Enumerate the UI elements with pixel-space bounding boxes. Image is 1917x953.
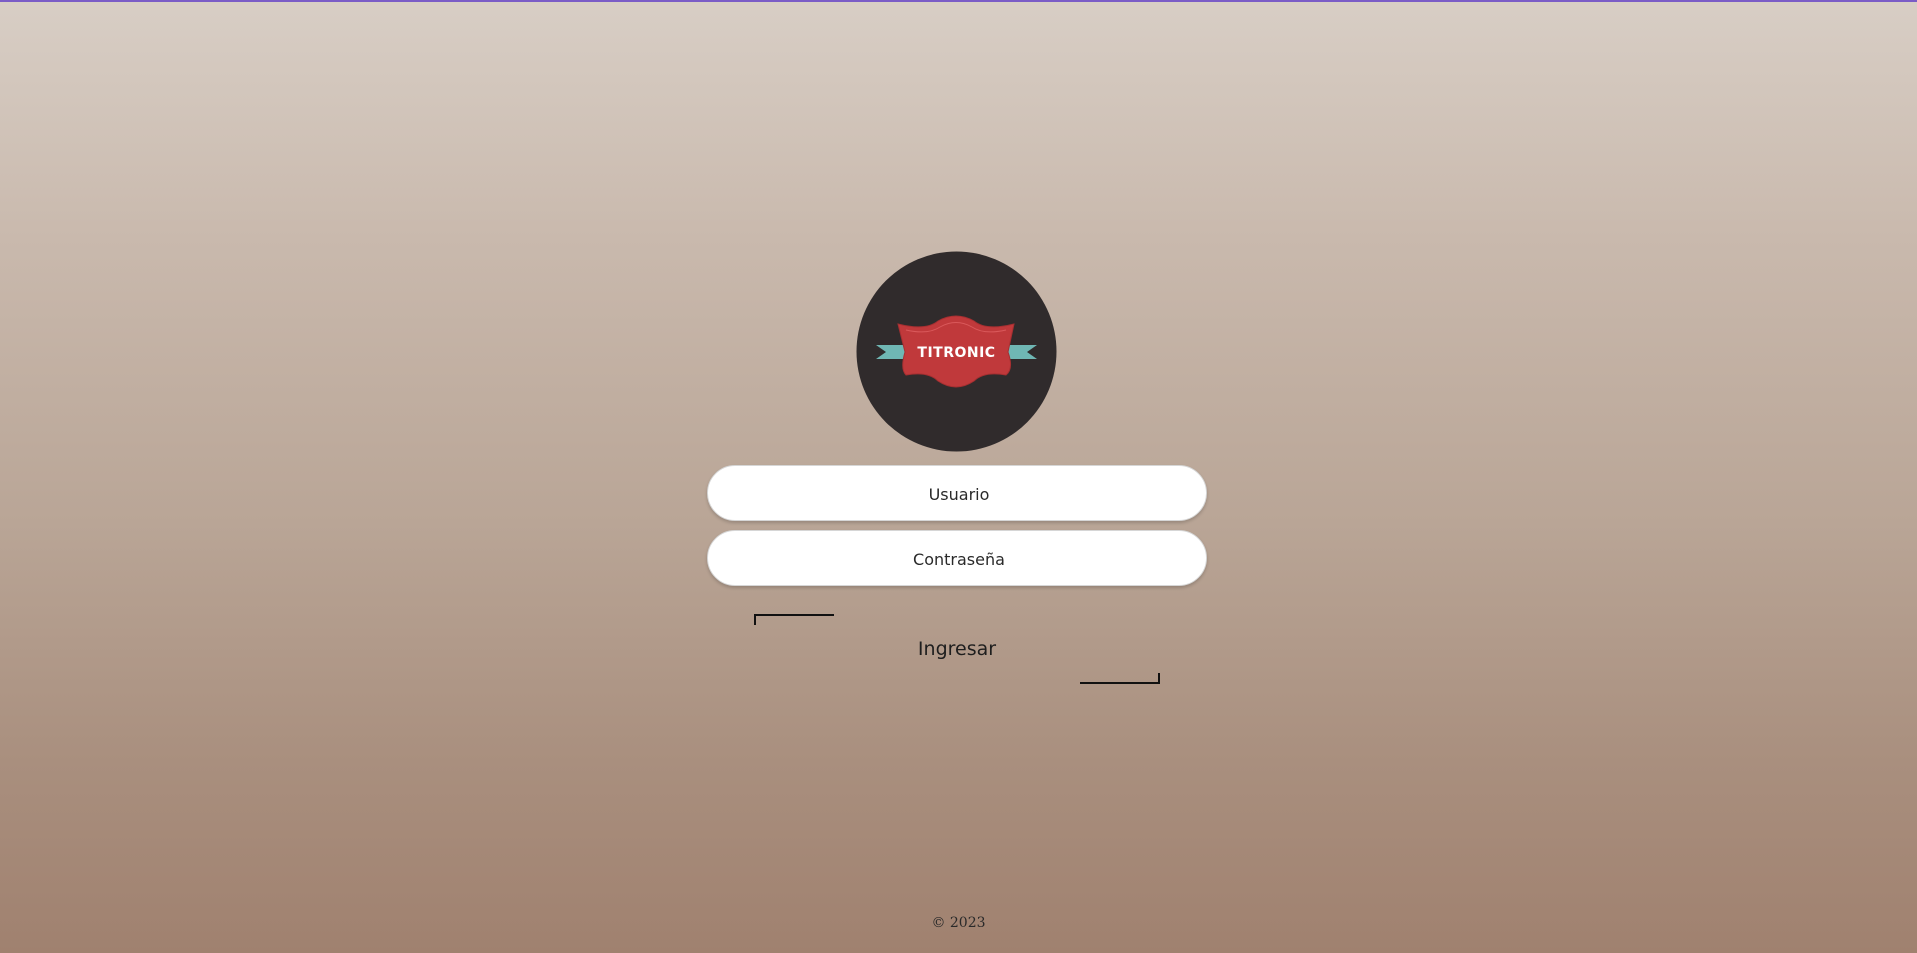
password-field-wrapper: [707, 530, 1210, 587]
button-corner-top-left: [754, 614, 834, 625]
username-field-wrapper: [707, 465, 1210, 522]
username-input[interactable]: [708, 466, 1210, 522]
login-button[interactable]: Ingresar: [754, 614, 1160, 684]
titronic-logo-image: TITRONIC: [856, 251, 1057, 452]
top-accent-line: [0, 0, 1917, 2]
button-corner-bottom-right: [1080, 673, 1160, 684]
logo-brand-text: TITRONIC: [917, 345, 995, 361]
footer-copyright: © 2023: [931, 915, 986, 931]
brand-logo: TITRONIC: [856, 251, 1057, 452]
login-button-label: Ingresar: [917, 638, 997, 660]
password-input[interactable]: [708, 531, 1210, 587]
